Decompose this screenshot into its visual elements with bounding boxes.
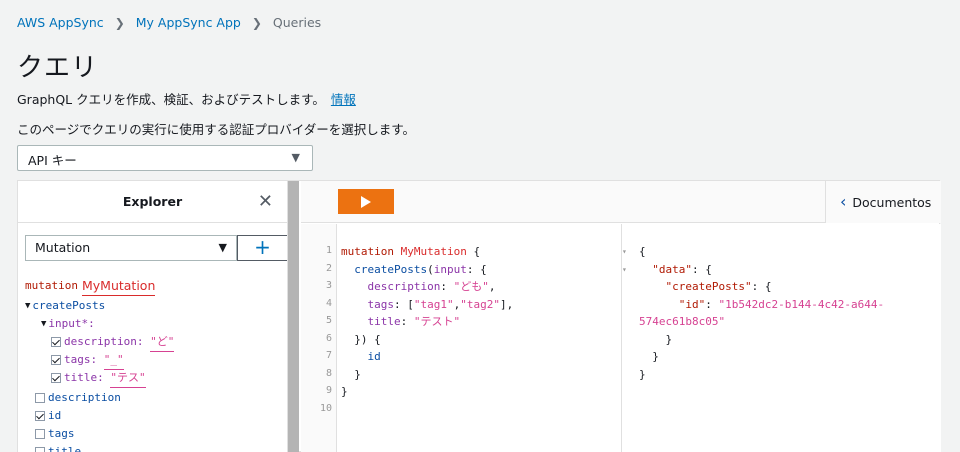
result-viewer: ▾ ▾ { "data": { "createPosts": { "id": "1… — [621, 224, 941, 452]
checkbox-icon[interactable] — [51, 373, 61, 383]
line-number: 9 — [325, 385, 332, 396]
add-operation-button[interactable]: + — [237, 235, 287, 261]
line-number: 8 — [325, 367, 332, 379]
operation-row: mutation MyMutation — [25, 275, 174, 297]
close-icon[interactable]: ✕ — [258, 181, 273, 223]
line-number: 2 — [325, 262, 332, 274]
caret-down-icon: ▼ — [218, 241, 227, 254]
subtitle-text: GraphQL クエリを作成、検証、およびテストします。 — [17, 92, 325, 107]
tree-field-createposts[interactable]: ▼ createPosts — [25, 297, 174, 315]
field-label: createPosts — [32, 299, 106, 312]
checkbox-icon[interactable] — [51, 355, 61, 365]
caret-down-icon: ▼ — [291, 151, 300, 164]
operation-type-select[interactable]: Mutation ▼ — [25, 235, 237, 261]
tree-field-id[interactable]: id — [25, 407, 174, 425]
explorer-tree: mutation MyMutation ▼ createPosts ▼ inpu… — [25, 275, 175, 452]
title-input[interactable]: "テス" — [110, 369, 146, 388]
checkbox-icon[interactable] — [35, 411, 45, 421]
graphiql-panel: Explorer ✕ Mutation ▼ + mutation MyMutat… — [17, 180, 941, 452]
page-title: クエリ — [17, 53, 99, 83]
line-number: 10 — [319, 402, 332, 414]
tree-arg-description[interactable]: description: "ど" — [25, 333, 175, 352]
arg-label: description: — [64, 335, 144, 348]
docs-button[interactable]: ‹ Documentos — [825, 181, 941, 223]
line-gutter: 1 2 3 4 5 6 7 8 9 10 — [301, 224, 337, 452]
checkbox-icon[interactable] — [35, 429, 45, 439]
result-code: { "data": { "createPosts": { "id": "1b54… — [639, 245, 885, 381]
tree-arg-title[interactable]: title: "テス" — [25, 369, 174, 388]
field-label: tags — [48, 427, 75, 440]
field-label: title — [48, 445, 82, 452]
tree-arg-tags[interactable]: tags: "_" — [25, 351, 174, 370]
chevron-left-icon: ‹ — [840, 192, 847, 211]
line-number: 3 — [325, 280, 332, 291]
line-number: 4 — [325, 297, 332, 309]
tree-arg-input[interactable]: ▼ input*: — [25, 315, 174, 333]
breadcrumb-appsync[interactable]: AWS AppSync — [17, 15, 104, 30]
explorer-title: Explorer — [122, 194, 183, 209]
info-link[interactable]: 情報 — [331, 92, 356, 107]
checkbox-icon[interactable] — [51, 337, 61, 347]
line-number: 6 — [325, 332, 332, 344]
docs-label: Documentos — [852, 195, 932, 210]
operation-type-value: Mutation — [35, 240, 91, 255]
triangle-down-icon: ▼ — [41, 319, 47, 329]
breadcrumb: AWS AppSync ❯ My AppSync App ❯ Queries — [17, 15, 321, 30]
breadcrumb-separator-icon: ❯ — [251, 15, 262, 30]
explorer-header: Explorer ✕ — [18, 181, 287, 223]
auth-provider-select[interactable]: API キー ▼ — [17, 145, 313, 171]
tags-input[interactable]: "_" — [103, 351, 124, 370]
checkbox-icon[interactable] — [35, 447, 45, 452]
triangle-down-icon: ▼ — [25, 301, 31, 311]
explorer-scrollbar[interactable] — [288, 181, 299, 452]
arg-label: input*: — [48, 317, 95, 330]
arg-label: tags: — [64, 353, 98, 366]
fold-gutter: ▾ ▾ — [622, 247, 627, 274]
auth-provider-value: API キー — [28, 153, 77, 168]
page-subtitle: GraphQL クエリを作成、検証、およびテストします。 情報 — [17, 89, 356, 108]
line-number: 7 — [325, 350, 332, 361]
tree-field-description[interactable]: description — [25, 389, 174, 407]
field-label: id — [48, 409, 62, 422]
line-number: 1 — [325, 245, 332, 256]
auth-provider-label: このページでクエリの実行に使用する認証プロバイダーを選択します。 — [17, 122, 416, 137]
arg-label: title: — [64, 371, 104, 384]
field-label: description — [48, 391, 121, 404]
description-input[interactable]: "ど" — [150, 333, 175, 352]
query-editor[interactable]: 1 2 3 4 5 6 7 8 9 10 mutation MyMutation… — [301, 224, 621, 452]
query-code: mutation MyMutation { createPosts(input:… — [341, 245, 514, 398]
operation-name-input[interactable]: MyMutation — [81, 277, 156, 296]
query-toolbar: ‹ Documentos — [301, 181, 941, 223]
breadcrumb-separator-icon: ❯ — [114, 15, 125, 30]
explorer-pane: Explorer ✕ Mutation ▼ + mutation MyMutat… — [18, 181, 288, 452]
breadcrumb-current: Queries — [272, 15, 322, 30]
checkbox-icon[interactable] — [35, 393, 45, 403]
line-number: 5 — [325, 315, 332, 326]
tree-field-title[interactable]: title — [25, 443, 174, 452]
run-query-button[interactable] — [338, 189, 394, 214]
tree-field-tags[interactable]: tags — [25, 425, 174, 443]
operation-keyword: mutation — [25, 279, 78, 292]
breadcrumb-app[interactable]: My AppSync App — [136, 15, 241, 30]
